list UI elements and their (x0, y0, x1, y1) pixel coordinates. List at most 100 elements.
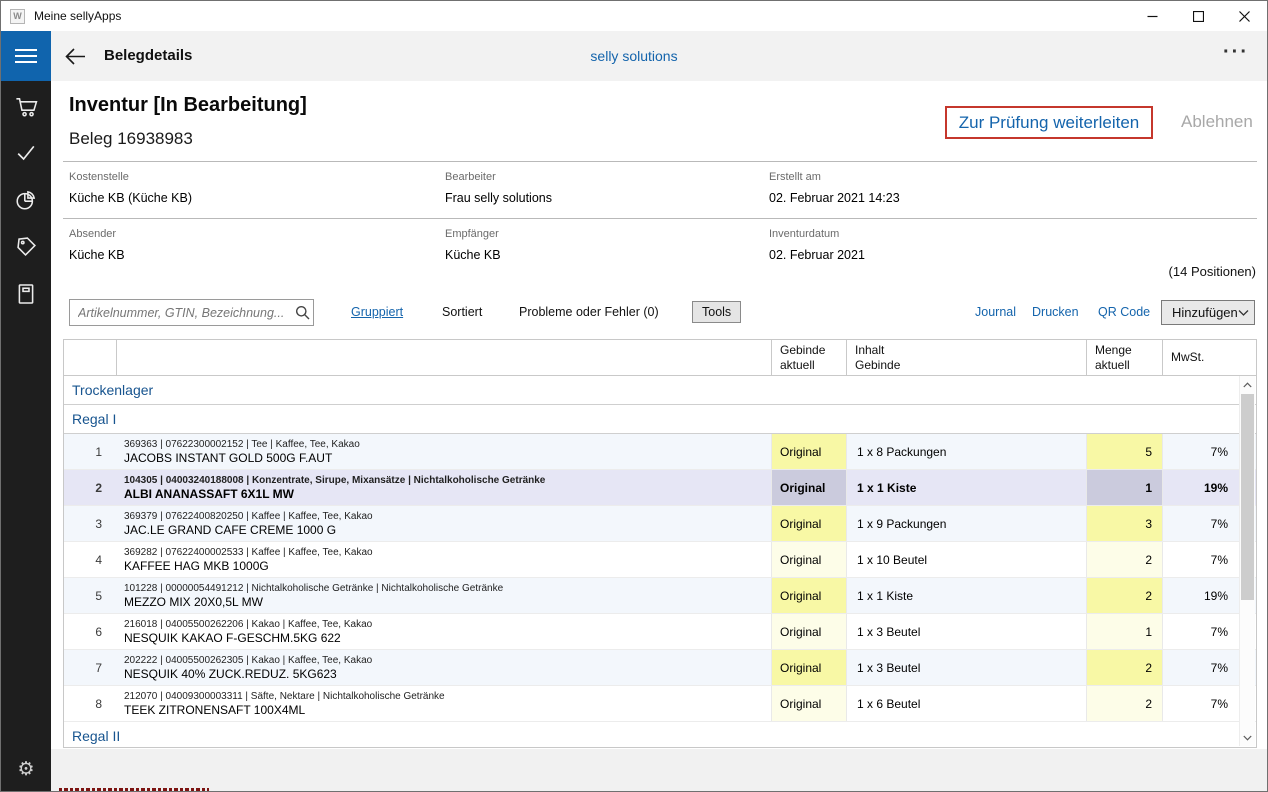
positions-count: (14 Positionen) (1169, 264, 1256, 279)
filter-problems-link[interactable]: Probleme oder Fehler (0) (519, 305, 659, 319)
menge-cell[interactable]: 2 (1086, 578, 1162, 613)
clipped-red-text (59, 788, 209, 792)
article-name: MEZZO MIX 20X0,5L MW (124, 595, 263, 610)
sidebar: ⚙ (1, 81, 51, 791)
sidebar-item-reports[interactable] (13, 187, 39, 213)
print-link[interactable]: Drucken (1032, 305, 1079, 319)
menge-cell[interactable]: 5 (1086, 434, 1162, 469)
sidebar-item-orders[interactable] (13, 93, 39, 119)
article-name: ALBI ANANASSAFT 6X1L MW (124, 487, 294, 502)
gebinde-cell[interactable]: Original (771, 434, 846, 469)
search-icon (291, 305, 313, 320)
cart-icon (14, 94, 38, 118)
minimize-button[interactable] (1129, 1, 1175, 31)
tag-icon (14, 235, 38, 259)
filter-sorted-link[interactable]: Sortiert (442, 305, 482, 319)
group-header-warehouse[interactable]: Trockenlager (64, 376, 1256, 405)
sidebar-item-catalog[interactable] (13, 281, 39, 307)
document-number: Beleg 16938983 (69, 129, 193, 149)
article-meta: 202222 | 04005500262305 | Kakao | Kaffee… (124, 654, 372, 667)
col-header-number (64, 340, 116, 375)
menge-cell[interactable]: 3 (1086, 506, 1162, 541)
article-meta: 369379 | 07622400820250 | Kaffee | Kaffe… (124, 510, 373, 523)
positions-table: Gebindeaktuell InhaltGebinde Mengeaktuel… (63, 339, 1257, 748)
scroll-down-button[interactable] (1240, 729, 1255, 746)
sidebar-item-approvals[interactable] (13, 140, 39, 166)
table-row[interactable]: 1 369363 | 07622300002152 | Tee | Kaffee… (64, 434, 1256, 470)
sidebar-item-prices[interactable] (13, 234, 39, 260)
group-header-next-shelf[interactable]: Regal II (64, 722, 1256, 745)
menge-cell[interactable]: 1 (1086, 470, 1162, 505)
more-options-button[interactable]: ··· (1223, 41, 1249, 64)
filter-grouped-link[interactable]: Gruppiert (351, 305, 403, 319)
gebinde-cell[interactable]: Original (771, 578, 846, 613)
article-meta: 216018 | 04005500262206 | Kakao | Kaffee… (124, 618, 372, 631)
settings-button[interactable]: ⚙ (1, 758, 51, 781)
table-header-row: Gebindeaktuell InhaltGebinde Mengeaktuel… (64, 340, 1256, 376)
titlebar: W Meine sellyApps (1, 1, 1267, 31)
col-header-mwst: MwSt. (1162, 340, 1240, 375)
table-row[interactable]: 3 369379 | 07622400820250 | Kaffee | Kaf… (64, 506, 1256, 542)
meta-field-empfaenger: Empfänger Küche KB (445, 228, 765, 262)
document-title: Inventur [In Bearbeitung] (69, 94, 307, 117)
meta-field-inventurdatum: Inventurdatum 02. Februar 2021 (769, 228, 1089, 262)
navbar: Belegdetails selly solutions ··· (1, 31, 1267, 81)
gebinde-cell[interactable]: Original (771, 614, 846, 649)
forward-for-review-button[interactable]: Zur Prüfung weiterleiten (959, 113, 1139, 133)
table-row[interactable]: 8 212070 | 04009300003311 | Säfte, Nekta… (64, 686, 1256, 722)
article-name: NESQUIK 40% ZUCK.REDUZ. 5KG623 (124, 667, 337, 682)
tools-button[interactable]: Tools (692, 301, 741, 323)
meta-field-absender: Absender Küche KB (69, 228, 389, 262)
gebinde-cell[interactable]: Original (771, 650, 846, 685)
gebinde-cell[interactable]: Original (771, 686, 846, 721)
table-row[interactable]: 7 202222 | 04005500262305 | Kakao | Kaff… (64, 650, 1256, 686)
scroll-up-button[interactable] (1240, 376, 1255, 393)
article-meta: 104305 | 04003240188008 | Konzentrate, S… (124, 474, 545, 487)
search-box (69, 299, 314, 326)
article-meta: 369363 | 07622300002152 | Tee | Kaffee, … (124, 438, 360, 451)
table-row[interactable]: 6 216018 | 04005500262206 | Kakao | Kaff… (64, 614, 1256, 650)
app-logo-icon: W (10, 9, 25, 24)
group-header-shelf[interactable]: Regal I (64, 405, 1256, 434)
divider (63, 161, 1257, 162)
table-row-selected[interactable]: 2 104305 | 04003240188008 | Konzentrate,… (64, 470, 1256, 506)
main-content: Inventur [In Bearbeitung] Beleg 16938983… (51, 81, 1268, 791)
tenant-title: selly solutions (1, 48, 1267, 64)
gebinde-cell[interactable]: Original (771, 470, 846, 505)
check-icon (14, 141, 38, 165)
gebinde-cell[interactable]: Original (771, 506, 846, 541)
menge-cell[interactable]: 2 (1086, 542, 1162, 577)
article-name: TEEK ZITRONENSAFT 100X4ML (124, 703, 305, 718)
gebinde-cell[interactable]: Original (771, 542, 846, 577)
minimize-icon (1147, 11, 1158, 22)
menge-cell[interactable]: 2 (1086, 686, 1162, 721)
meta-field-kostenstelle: Kostenstelle Küche KB (Küche KB) (69, 171, 389, 205)
qr-code-link[interactable]: QR Code (1098, 305, 1150, 319)
book-icon (14, 282, 38, 306)
article-name: JACOBS INSTANT GOLD 500G F.AUT (124, 451, 332, 466)
annotation-highlight-box: Zur Prüfung weiterleiten (945, 106, 1153, 139)
maximize-icon (1193, 11, 1204, 22)
add-dropdown-button[interactable]: Hinzufügen (1161, 300, 1255, 325)
col-header-gebinde: Gebindeaktuell (771, 340, 846, 375)
menge-cell[interactable]: 2 (1086, 650, 1162, 685)
col-header-menge: Mengeaktuell (1086, 340, 1162, 375)
table-scrollbar[interactable] (1239, 376, 1255, 746)
scrollbar-thumb[interactable] (1241, 394, 1254, 600)
close-icon (1239, 11, 1250, 22)
maximize-button[interactable] (1175, 1, 1221, 31)
table-row[interactable]: 4 369282 | 07622400002533 | Kaffee | Kaf… (64, 542, 1256, 578)
window-title: Meine sellyApps (34, 9, 121, 23)
bottom-strip (51, 749, 1268, 792)
col-header-inhalt: InhaltGebinde (846, 340, 1086, 375)
reject-button[interactable]: Ablehnen (1181, 112, 1253, 132)
article-meta: 212070 | 04009300003311 | Säfte, Nektare… (124, 690, 445, 703)
table-row[interactable]: 5 101228 | 00000054491212 | Nichtalkohol… (64, 578, 1256, 614)
journal-link[interactable]: Journal (975, 305, 1016, 319)
close-button[interactable] (1221, 1, 1267, 31)
article-meta: 369282 | 07622400002533 | Kaffee | Kaffe… (124, 546, 373, 559)
article-meta: 101228 | 00000054491212 | Nichtalkoholis… (124, 582, 503, 595)
search-input[interactable] (70, 306, 291, 320)
menge-cell[interactable]: 1 (1086, 614, 1162, 649)
pie-chart-icon (14, 188, 38, 212)
